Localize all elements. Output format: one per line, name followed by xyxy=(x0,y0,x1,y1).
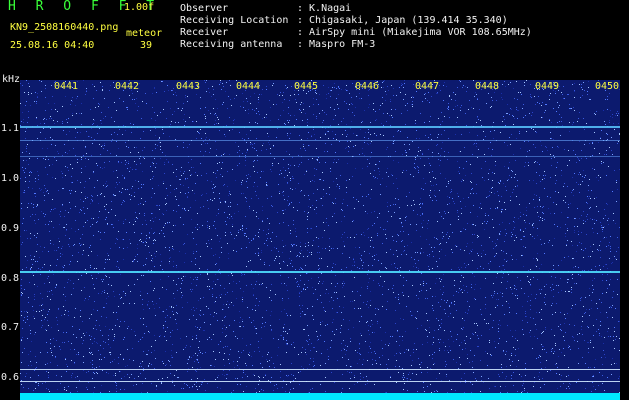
x-tick: 0443 xyxy=(176,81,201,92)
signal-line-5 xyxy=(20,369,620,370)
info-value-antenna: : Maspro FM-3 xyxy=(297,39,376,50)
x-tick: 0448 xyxy=(475,81,500,92)
y-tick: 0.6 xyxy=(1,372,20,383)
y-tick: 0.7 xyxy=(1,322,20,333)
x-tick: 0449 xyxy=(535,81,560,92)
signal-line-2 xyxy=(20,140,620,141)
y-tick: 0.9 xyxy=(1,223,20,234)
y-tick: 1.1 xyxy=(1,123,20,134)
x-tick: 0444 xyxy=(236,81,261,92)
axis-unit-label: kHz xyxy=(2,74,21,85)
meteor-count: 39 xyxy=(140,40,153,51)
info-key-observer: Observer xyxy=(180,3,229,14)
signal-line-4 xyxy=(20,271,620,273)
info-key-antenna: Receiving antenna xyxy=(180,39,283,50)
signal-line-3 xyxy=(20,156,620,157)
y-tick: 1.0 xyxy=(1,173,20,184)
info-key-location: Receiving Location xyxy=(180,15,289,26)
x-tick: 0450 xyxy=(595,81,620,92)
x-tick: 0446 xyxy=(355,81,380,92)
signal-line-6 xyxy=(20,381,620,382)
x-tick: 0445 xyxy=(294,81,319,92)
info-value-observer: : K.Nagai xyxy=(297,3,352,14)
info-value-receiver: : AirSpy mini (Miakejima VOR 108.65MHz) xyxy=(297,27,532,38)
meteor-label: meteor xyxy=(126,28,163,39)
filename-label: KN9_2508160440.png xyxy=(10,22,119,33)
version-label: 1.00f xyxy=(124,2,155,13)
info-key-receiver: Receiver xyxy=(180,27,229,38)
y-tick: 0.8 xyxy=(1,273,20,284)
x-tick: 0442 xyxy=(115,81,140,92)
x-tick: 0447 xyxy=(415,81,440,92)
signal-line-1 xyxy=(20,126,620,128)
datetime-label: 25.08.16 04:40 xyxy=(10,40,95,51)
info-value-location: : Chigasaki, Japan (139.414 35.340) xyxy=(297,15,508,26)
carrier-strip xyxy=(20,393,620,400)
x-tick: 0441 xyxy=(54,81,79,92)
